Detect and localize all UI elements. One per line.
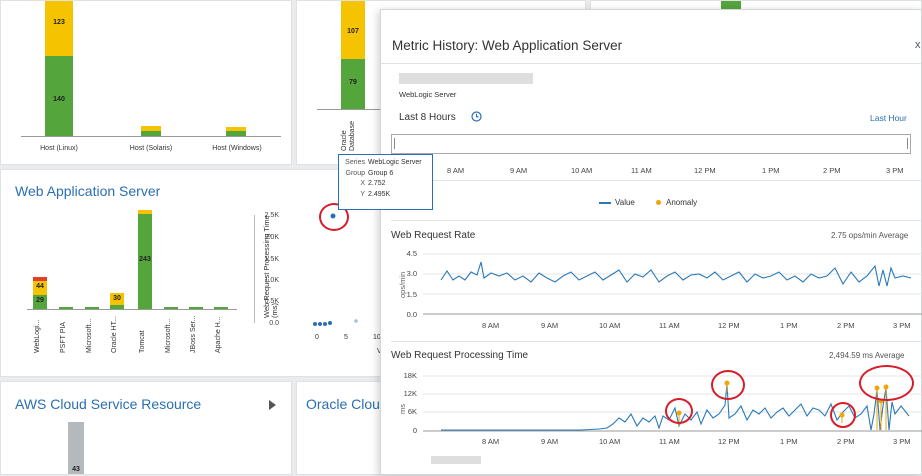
scatter-point[interactable]: [323, 322, 327, 326]
metric-history-panel: Metric History: Web Application Server x…: [380, 9, 922, 475]
host-tile: 123 140 Host (Linux) Host (Solaris) Host…: [0, 0, 292, 165]
scatter-point[interactable]: [313, 322, 317, 326]
tooltip-value: 2.495K: [368, 190, 391, 198]
category-label: Host (Linux): [40, 145, 78, 152]
footer-placeholder: [431, 456, 481, 464]
scatter-tooltip: Series WebLogic Server Group Group 6 X 2.75…: [338, 154, 433, 210]
time-xtick: 3 PM: [893, 437, 911, 446]
bar-host-linux-green-label: 140: [53, 96, 65, 103]
time-xtick: 2 PM: [837, 437, 855, 446]
scatter-point[interactable]: [354, 319, 358, 323]
scatter-point[interactable]: [328, 321, 332, 325]
time-xtick: 12 PM: [718, 437, 740, 446]
tile-title[interactable]: AWS Cloud Service Resource: [15, 396, 201, 412]
x-axis: [21, 136, 281, 137]
category-label: Host (Solaris): [129, 145, 173, 152]
time-xtick: 1 PM: [780, 437, 798, 446]
time-xtick: 11 AM: [659, 437, 680, 446]
tile-title[interactable]: Oracle Cloud: [306, 396, 388, 412]
tooltip-key: Group: [345, 169, 365, 177]
highlight-circle: [665, 398, 693, 424]
tooltip-value: Group 6: [368, 169, 394, 177]
category-label: Oracle Database: [341, 121, 356, 151]
tooltip-key: Series: [345, 159, 365, 166]
bar-db-green-label: 79: [349, 79, 357, 86]
tooltip-value: 2.752: [368, 180, 386, 187]
scatter-point[interactable]: [318, 322, 322, 326]
aws-tile[interactable]: AWS Cloud Service Resource 43: [0, 381, 292, 475]
bar-db-yellow-label: 107: [347, 28, 359, 35]
category-label: Host (Windows): [212, 145, 262, 152]
time-xtick: 8 AM: [482, 437, 500, 446]
highlight-circle: [859, 365, 914, 401]
time-xtick: 9 AM: [541, 437, 559, 446]
tooltip-key: X: [360, 180, 365, 187]
highlight-circle: [711, 370, 745, 400]
expand-chevron-icon[interactable]: [269, 400, 276, 410]
bar-aws-label: 43: [72, 466, 80, 473]
tooltip-key: Y: [360, 190, 365, 198]
bar-host-linux-yellow-label: 123: [53, 19, 65, 26]
highlight-circle: [830, 402, 856, 428]
time-xtick: 10 AM: [599, 437, 621, 446]
bar-host-linux-yellow[interactable]: [45, 1, 73, 56]
tooltip-value: WebLogic Server: [368, 159, 422, 166]
